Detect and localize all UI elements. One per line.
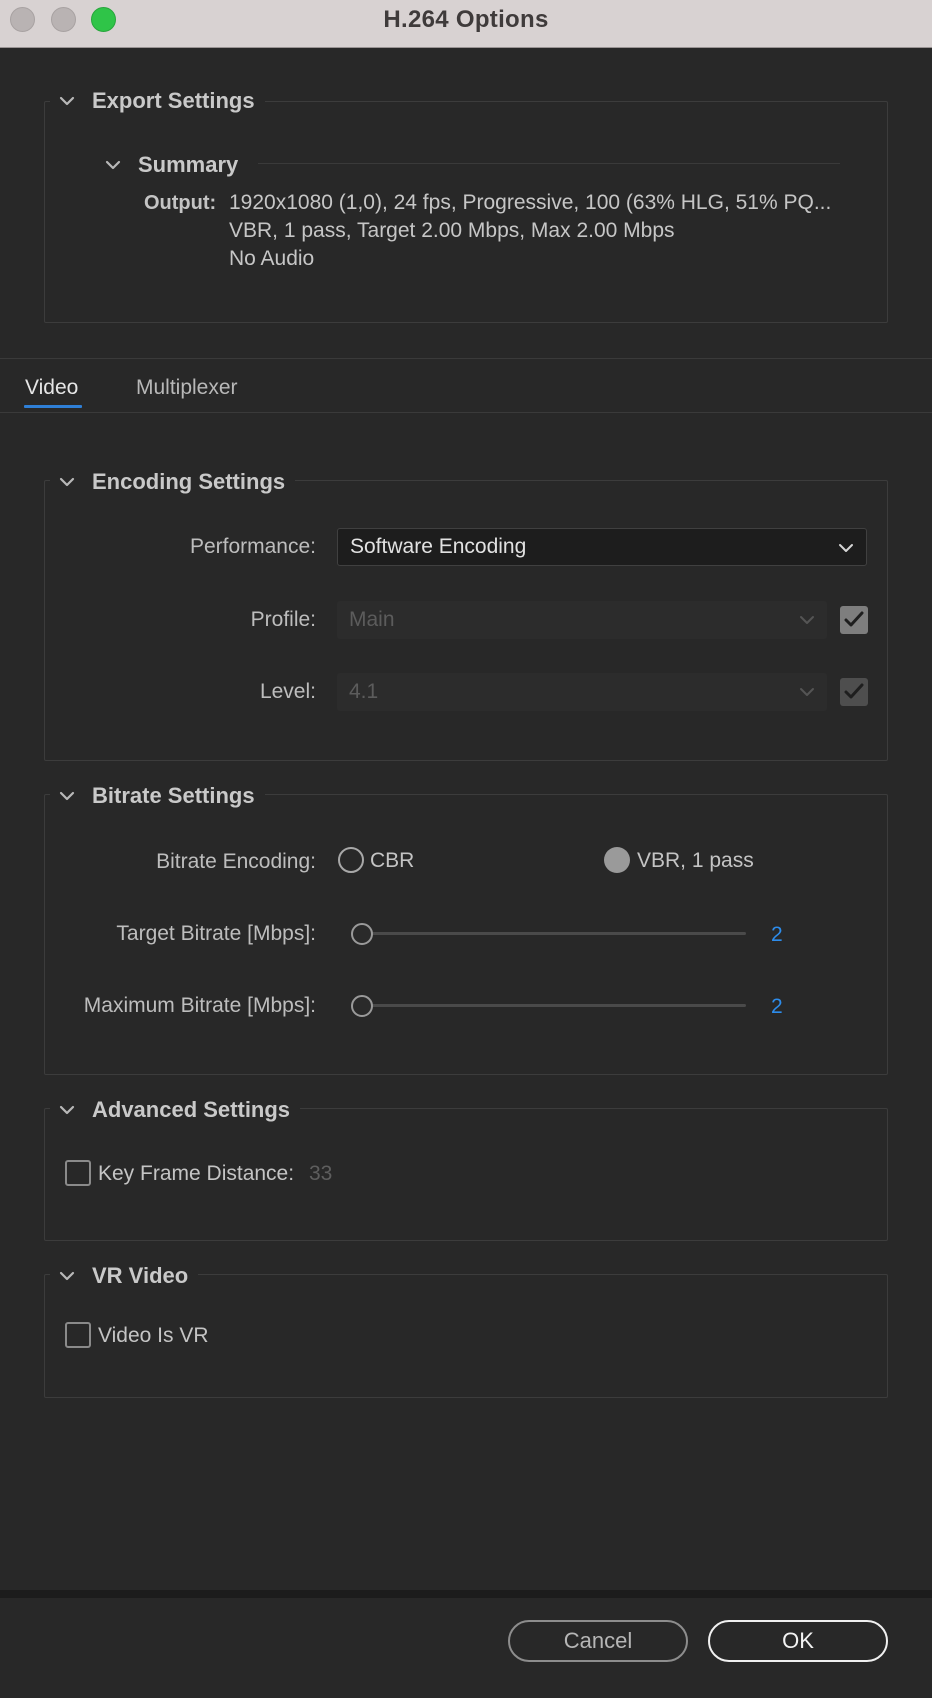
title-bar: H.264 Options xyxy=(0,0,932,48)
chevron-down-icon xyxy=(54,472,80,492)
vr-video-header[interactable]: VR Video xyxy=(50,1263,199,1289)
tabs-top-divider xyxy=(0,358,932,359)
footer-divider xyxy=(0,1590,932,1598)
summary-divider xyxy=(258,163,840,164)
summary-title: Summary xyxy=(138,152,239,177)
advanced-settings-title: Advanced Settings xyxy=(92,1097,291,1122)
export-settings-title: Export Settings xyxy=(92,88,255,113)
chevron-down-icon xyxy=(797,610,817,635)
output-line-3: No Audio xyxy=(229,247,315,270)
keyframe-distance-checkbox[interactable] xyxy=(65,1160,91,1186)
chevron-down-icon xyxy=(54,786,80,806)
vbr-radio[interactable] xyxy=(604,847,630,873)
cbr-radio[interactable] xyxy=(338,847,364,873)
level-label: Level: xyxy=(259,680,316,703)
video-is-vr-label[interactable]: Video Is VR xyxy=(98,1324,209,1348)
level-value: 4.1 xyxy=(349,680,379,703)
ok-button[interactable]: OK xyxy=(708,1620,888,1662)
chevron-down-icon xyxy=(54,91,80,111)
max-bitrate-slider-thumb[interactable] xyxy=(351,995,373,1017)
bitrate-encoding-label: Bitrate Encoding: xyxy=(156,850,316,873)
profile-label: Profile: xyxy=(250,608,316,631)
video-is-vr-checkbox[interactable] xyxy=(65,1322,91,1348)
performance-label: Performance: xyxy=(189,535,316,558)
level-checkbox[interactable] xyxy=(840,678,868,706)
chevron-down-icon xyxy=(797,682,817,707)
checkmark-icon xyxy=(844,683,864,699)
summary-header[interactable]: Summary xyxy=(96,152,247,178)
cancel-button[interactable]: Cancel xyxy=(508,1620,688,1662)
max-bitrate-label: Maximum Bitrate [Mbps]: xyxy=(83,994,316,1017)
profile-select[interactable]: Main xyxy=(337,601,827,639)
cbr-label[interactable]: CBR xyxy=(370,849,414,873)
max-bitrate-track[interactable] xyxy=(352,1004,746,1007)
active-tab-indicator xyxy=(24,405,82,408)
tabs-bottom-divider xyxy=(0,412,932,413)
chevron-down-icon xyxy=(54,1266,80,1286)
target-bitrate-slider-thumb[interactable] xyxy=(351,923,373,945)
encoding-settings-title: Encoding Settings xyxy=(92,469,286,494)
profile-checkbox[interactable] xyxy=(840,606,868,634)
advanced-settings-header[interactable]: Advanced Settings xyxy=(50,1097,301,1123)
output-line-1: 1920x1080 (1,0), 24 fps, Progressive, 10… xyxy=(229,191,832,214)
chevron-down-icon xyxy=(100,155,126,175)
bitrate-settings-title: Bitrate Settings xyxy=(92,783,255,808)
level-select[interactable]: 4.1 xyxy=(337,673,827,711)
checkmark-icon xyxy=(844,611,864,627)
target-bitrate-value[interactable]: 2 xyxy=(771,923,783,947)
bitrate-settings-header[interactable]: Bitrate Settings xyxy=(50,783,265,809)
keyframe-distance-value[interactable]: 33 xyxy=(309,1162,332,1186)
target-bitrate-label: Target Bitrate [Mbps]: xyxy=(116,922,316,945)
window-title: H.264 Options xyxy=(383,6,549,33)
output-label: Output: xyxy=(144,192,217,214)
performance-select[interactable]: Software Encoding xyxy=(337,528,867,566)
encoding-settings-header[interactable]: Encoding Settings xyxy=(50,469,296,495)
target-bitrate-track[interactable] xyxy=(352,932,746,935)
profile-value: Main xyxy=(349,608,395,631)
chevron-down-icon xyxy=(54,1100,80,1120)
vbr-label[interactable]: VBR, 1 pass xyxy=(637,849,754,873)
max-bitrate-value[interactable]: 2 xyxy=(771,995,783,1019)
tab-multiplexer[interactable]: Multiplexer xyxy=(136,376,238,400)
export-settings-header[interactable]: Export Settings xyxy=(50,88,265,114)
performance-value: Software Encoding xyxy=(350,535,527,558)
vr-video-title: VR Video xyxy=(92,1263,189,1288)
output-line-2: VBR, 1 pass, Target 2.00 Mbps, Max 2.00 … xyxy=(229,219,675,242)
chevron-down-icon xyxy=(836,538,856,563)
keyframe-distance-label[interactable]: Key Frame Distance: xyxy=(98,1162,294,1186)
tab-video[interactable]: Video xyxy=(25,376,78,400)
